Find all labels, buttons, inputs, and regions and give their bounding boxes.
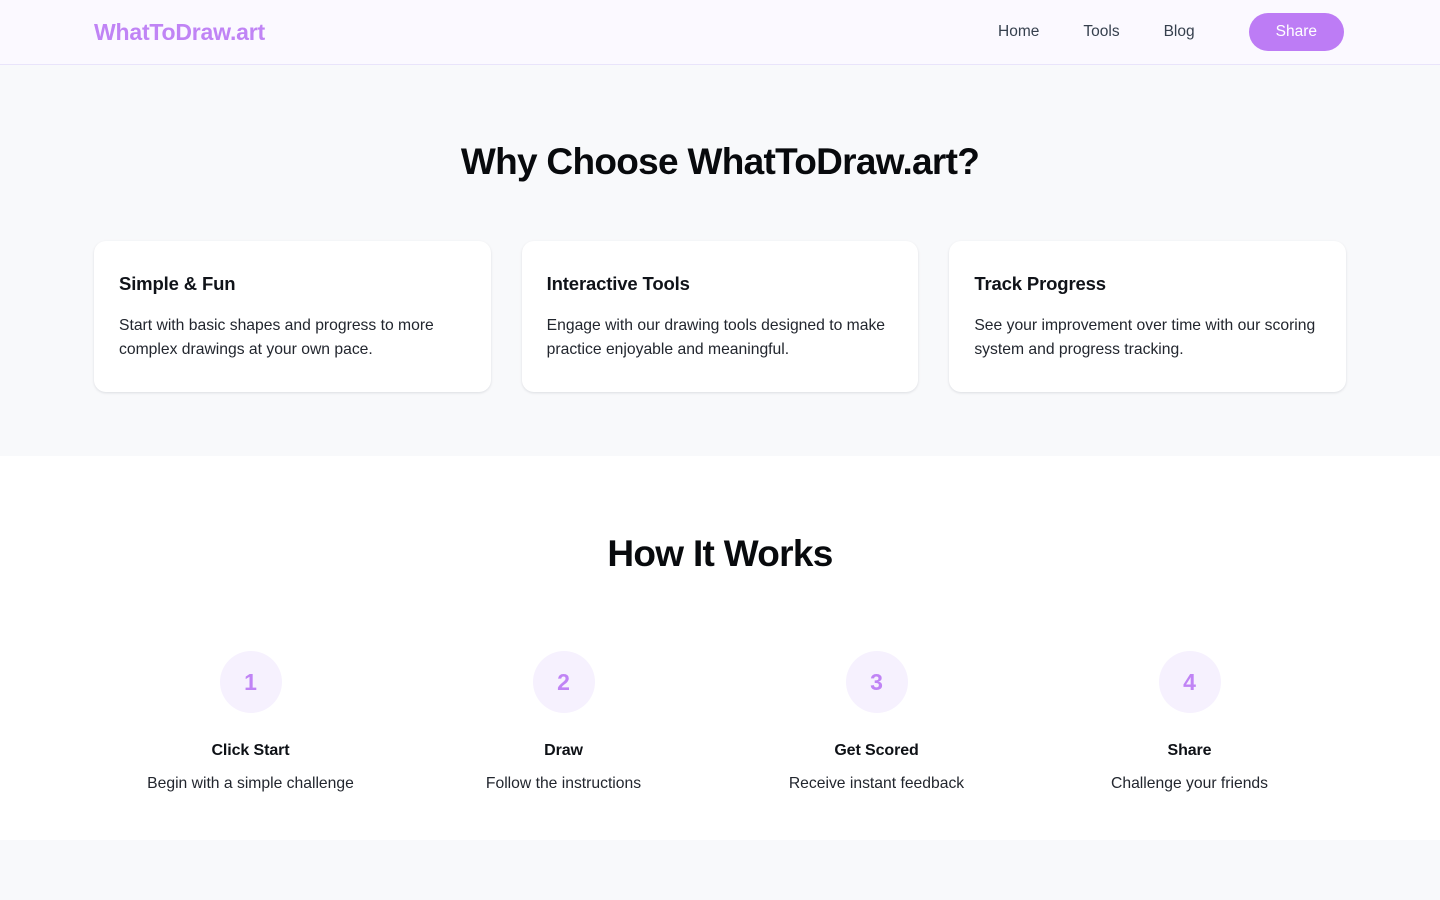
how-it-works-section: How It Works 1 Click Start Begin with a … bbox=[0, 456, 1440, 840]
step-item: 4 Share Challenge your friends bbox=[1033, 651, 1346, 793]
step-list: 1 Click Start Begin with a simple challe… bbox=[0, 651, 1440, 793]
step-title: Share bbox=[1167, 742, 1212, 760]
step-description: Receive instant feedback bbox=[788, 774, 965, 792]
how-it-works-title: How It Works bbox=[607, 533, 833, 574]
feature-card: Interactive Tools Engage with our drawin… bbox=[521, 241, 919, 393]
nav-link-home[interactable]: Home bbox=[976, 16, 1061, 48]
step-item: 2 Draw Follow the instructions bbox=[407, 651, 720, 793]
step-description: Challenge your friends bbox=[1111, 774, 1268, 792]
feature-card-title: Simple & Fun bbox=[119, 273, 236, 295]
step-description: Follow the instructions bbox=[485, 774, 642, 792]
nav-link-tools[interactable]: Tools bbox=[1061, 16, 1141, 48]
share-button[interactable]: Share bbox=[1248, 13, 1344, 51]
step-number-badge: 3 bbox=[845, 651, 908, 714]
feature-card: Simple & Fun Start with basic shapes and… bbox=[94, 241, 491, 393]
why-choose-title: Why Choose WhatToDraw.art? bbox=[460, 141, 980, 182]
feature-card-title: Track Progress bbox=[974, 273, 1106, 295]
feature-card-title: Interactive Tools bbox=[546, 273, 690, 295]
why-choose-section: Why Choose WhatToDraw.art? Simple & Fun … bbox=[0, 65, 1440, 456]
bottom-section-strip bbox=[0, 840, 1440, 900]
feature-card-list: Simple & Fun Start with basic shapes and… bbox=[0, 241, 1440, 393]
brand-logo[interactable]: WhatToDraw.art bbox=[94, 20, 265, 44]
step-number-badge: 2 bbox=[532, 651, 595, 714]
primary-nav: Home Tools Blog Share bbox=[976, 13, 1344, 51]
step-description: Begin with a simple challenge bbox=[147, 774, 354, 792]
step-item: 1 Click Start Begin with a simple challe… bbox=[94, 651, 407, 793]
site-header: WhatToDraw.art Home Tools Blog Share bbox=[0, 0, 1440, 65]
step-number-badge: 4 bbox=[1158, 651, 1221, 714]
step-title: Click Start bbox=[211, 742, 290, 760]
page-root: WhatToDraw.art Home Tools Blog Share Why… bbox=[0, 0, 1440, 900]
step-title: Draw bbox=[544, 742, 583, 760]
step-item: 3 Get Scored Receive instant feedback bbox=[720, 651, 1033, 793]
feature-card-description: See your improvement over time with our … bbox=[974, 317, 1316, 359]
step-number-badge: 1 bbox=[219, 651, 282, 714]
feature-card-description: Start with basic shapes and progress to … bbox=[119, 317, 434, 359]
feature-card: Track Progress See your improvement over… bbox=[949, 241, 1346, 393]
feature-card-description: Engage with our drawing tools designed t… bbox=[546, 317, 886, 359]
step-title: Get Scored bbox=[834, 742, 919, 760]
nav-link-blog[interactable]: Blog bbox=[1142, 16, 1217, 48]
